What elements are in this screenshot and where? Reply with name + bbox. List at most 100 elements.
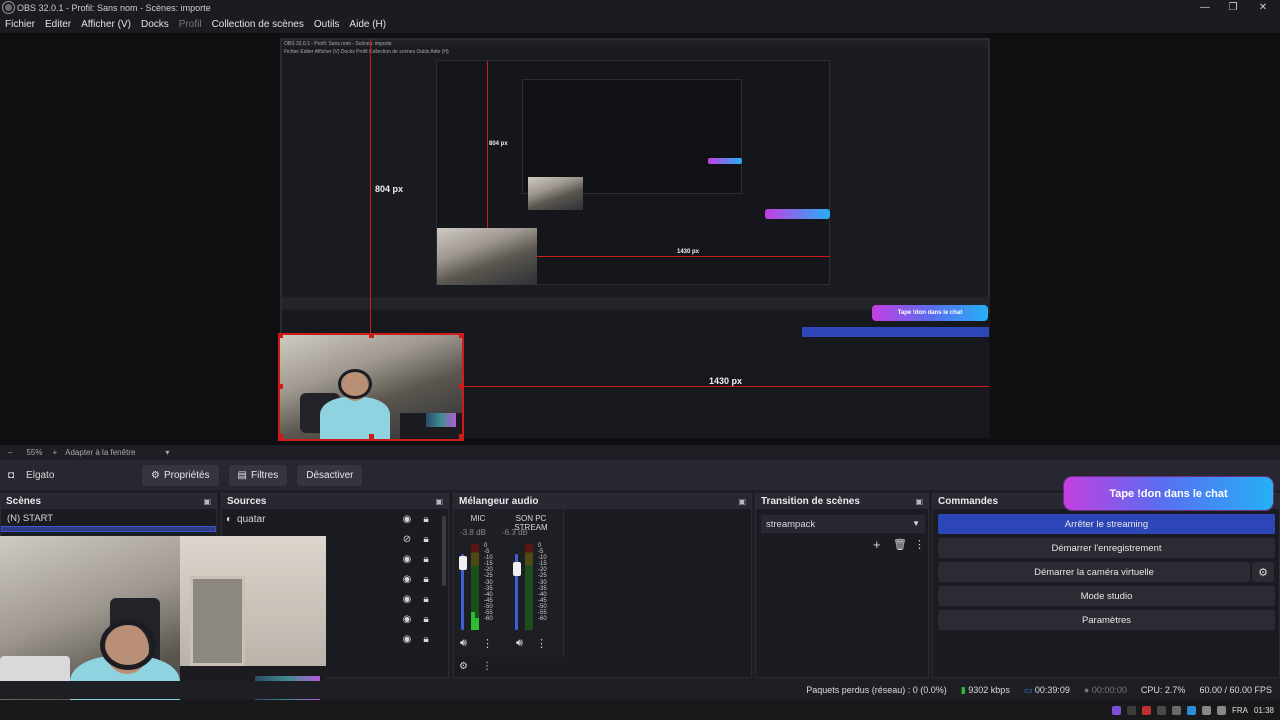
minimize-button[interactable]: — bbox=[1190, 0, 1220, 15]
fit-window-dropdown[interactable]: Adapter à la fenêtre bbox=[65, 448, 135, 457]
sources-scrollbar[interactable] bbox=[442, 516, 446, 586]
start-virtual-camera-button[interactable]: Démarrer la caméra virtuelle bbox=[938, 562, 1250, 582]
studio-mode-button[interactable]: Mode studio bbox=[938, 586, 1275, 606]
commands-dock: Commandes Arrêter le streaming Démarrer … bbox=[932, 493, 1280, 678]
close-button[interactable]: ✕ bbox=[1248, 0, 1278, 15]
mixer-menu-icon[interactable]: ⋮ bbox=[482, 661, 492, 672]
trash-icon[interactable]: 🗑︎ bbox=[893, 538, 907, 551]
undock-icon[interactable]: ▣ bbox=[435, 497, 443, 506]
tray-app-icon[interactable] bbox=[1141, 705, 1151, 715]
undock-icon[interactable]: ▣ bbox=[915, 497, 923, 506]
filters-label: Filtres bbox=[251, 469, 279, 481]
mic-more-icon[interactable]: ⋮ bbox=[482, 637, 493, 650]
guide-horizontal bbox=[462, 386, 989, 387]
deactivate-label: Désactiver bbox=[306, 469, 354, 481]
transitions-dock: Transition de scènes ▣ streampack ▼ + 🗑︎… bbox=[755, 493, 929, 678]
visibility-eye-icon[interactable]: ◉ bbox=[401, 513, 413, 525]
lock-icon[interactable]: 🔒︎ bbox=[420, 593, 432, 605]
visibility-eye-icon[interactable]: ◉ bbox=[401, 633, 413, 645]
channel-mic-db: -3.8 dB bbox=[460, 528, 486, 537]
lock-icon[interactable]: 🔒︎ bbox=[420, 553, 432, 565]
menu-afficher[interactable]: Afficher (V) bbox=[76, 19, 136, 30]
stop-streaming-button[interactable]: Arrêter le streaming bbox=[938, 514, 1275, 534]
scene-item[interactable]: (N) START bbox=[1, 509, 216, 526]
deactivate-button[interactable]: Désactiver bbox=[297, 464, 363, 486]
scene-item-selected[interactable] bbox=[1, 526, 216, 532]
donate-banner: Tape !don dans le chat bbox=[1064, 477, 1273, 510]
add-transition-icon[interactable]: + bbox=[873, 537, 881, 552]
lock-icon[interactable]: 🔒︎ bbox=[420, 613, 432, 625]
preview-area[interactable]: OBS 32.0.1 - Profil: Sans nom - Scènes: … bbox=[0, 33, 1280, 445]
menu-outils[interactable]: Outils bbox=[309, 19, 345, 30]
language-indicator[interactable]: FRA bbox=[1232, 706, 1248, 715]
zoom-bar: – 55% + Adapter à la fenêtre ▾ bbox=[0, 445, 1280, 460]
menu-docks[interactable]: Docks bbox=[136, 19, 174, 30]
zoom-in-button[interactable]: + bbox=[52, 448, 57, 457]
status-bar: Paquets perdus (réseau) : 0 (0.0%) ▮ 930… bbox=[0, 681, 1280, 699]
restore-button[interactable]: ❐ bbox=[1218, 0, 1248, 15]
nested-obs-window-2: 804 px 1430 px bbox=[436, 60, 830, 285]
menu-aide[interactable]: Aide (H) bbox=[344, 19, 391, 30]
wifi-icon[interactable] bbox=[1201, 705, 1211, 715]
undock-icon[interactable]: ▣ bbox=[203, 497, 211, 506]
pc-speaker-icon[interactable]: 🔊︎ bbox=[516, 637, 523, 650]
rec-time: ● 00:00:00 bbox=[1084, 685, 1127, 695]
guide-vertical bbox=[370, 39, 371, 335]
transition-select[interactable]: streampack ▼ bbox=[761, 515, 925, 533]
lock-icon[interactable]: 🔒︎ bbox=[420, 513, 432, 525]
volume-icon[interactable] bbox=[1216, 705, 1226, 715]
settings-button[interactable]: Paramètres bbox=[938, 610, 1275, 630]
menu-profil[interactable]: Profil bbox=[174, 19, 207, 30]
visibility-eye-icon[interactable]: ◉ bbox=[401, 593, 413, 605]
stream-time: ▭ 00:39:09 bbox=[1024, 685, 1070, 696]
nested-obs-window-3 bbox=[522, 79, 742, 210]
lock-icon[interactable]: 🔒︎ bbox=[420, 573, 432, 585]
filters-button[interactable]: ▤ Filtres bbox=[228, 464, 288, 486]
nested-donate-3 bbox=[708, 158, 742, 164]
mic-fader-knob[interactable] bbox=[459, 556, 467, 570]
nested-guide-h-label: 1430 px bbox=[677, 249, 700, 255]
clock[interactable]: 01:38 bbox=[1254, 706, 1274, 715]
tray-app-icon[interactable] bbox=[1156, 705, 1166, 715]
mic-speaker-icon[interactable]: 🔊︎ bbox=[460, 637, 467, 650]
bluetooth-icon[interactable] bbox=[1186, 705, 1196, 715]
lock-icon[interactable]: 🔒︎ bbox=[420, 533, 432, 545]
stream-time-value: 00:39:09 bbox=[1034, 684, 1070, 695]
tray-app-icon[interactable] bbox=[1126, 705, 1136, 715]
pc-more-icon[interactable]: ⋮ bbox=[536, 637, 547, 650]
advanced-audio-icon[interactable]: ⚙ bbox=[459, 661, 468, 672]
camera-icon: ◘ bbox=[8, 469, 15, 481]
chevron-down-icon[interactable]: ▾ bbox=[165, 448, 169, 457]
selected-camera-source[interactable] bbox=[278, 333, 464, 441]
properties-button[interactable]: ⚙ Propriétés bbox=[142, 464, 219, 486]
tray-app-icon[interactable] bbox=[1111, 705, 1121, 715]
title-bar: OBS 32.0.1 - Profil: Sans nom - Scènes: … bbox=[0, 0, 1280, 15]
visibility-eye-icon[interactable]: ◉ bbox=[401, 553, 413, 565]
lock-icon[interactable]: 🔒︎ bbox=[420, 633, 432, 645]
nested-guide-horizontal bbox=[537, 256, 830, 257]
visibility-eye-icon[interactable]: ◉ bbox=[401, 573, 413, 585]
channel-pc-db: -6.3 dB bbox=[502, 528, 528, 537]
transition-more-icon[interactable]: ⋮ bbox=[914, 538, 925, 551]
zoom-out-button[interactable]: – bbox=[8, 448, 12, 457]
nested-title: OBS 32.0.1 - Profil: Sans nom - Scènes: … bbox=[284, 41, 392, 47]
signal-icon: ▮ bbox=[960, 684, 966, 695]
menu-editer[interactable]: Editer bbox=[40, 19, 76, 30]
visibility-hidden-icon[interactable]: ⊘ bbox=[401, 533, 413, 545]
source-row[interactable]: ◐ quatar ◉ 🔒︎ bbox=[222, 509, 448, 529]
rec-icon: ● bbox=[1083, 685, 1090, 695]
bitrate-value: 9302 kbps bbox=[968, 684, 1010, 695]
tray-app-icon[interactable] bbox=[1171, 705, 1181, 715]
undock-icon[interactable]: ▣ bbox=[738, 497, 746, 506]
visibility-eye-icon[interactable]: ◉ bbox=[401, 613, 413, 625]
virtual-camera-settings-icon[interactable]: ⚙ bbox=[1252, 562, 1274, 582]
menu-fichier[interactable]: Fichier bbox=[0, 19, 40, 30]
pc-fader-knob[interactable] bbox=[513, 562, 521, 576]
bitrate: ▮ 9302 kbps bbox=[961, 685, 1010, 696]
preview-canvas[interactable]: OBS 32.0.1 - Profil: Sans nom - Scènes: … bbox=[278, 38, 990, 441]
start-recording-button[interactable]: Démarrer l'enregistrement bbox=[938, 538, 1275, 558]
dropped-frames: Paquets perdus (réseau) : 0 (0.0%) bbox=[806, 685, 947, 695]
menu-collection[interactable]: Collection de scènes bbox=[207, 19, 309, 30]
scenes-header: Scènes ▣ bbox=[1, 494, 216, 509]
commands-title: Commandes bbox=[938, 496, 999, 507]
